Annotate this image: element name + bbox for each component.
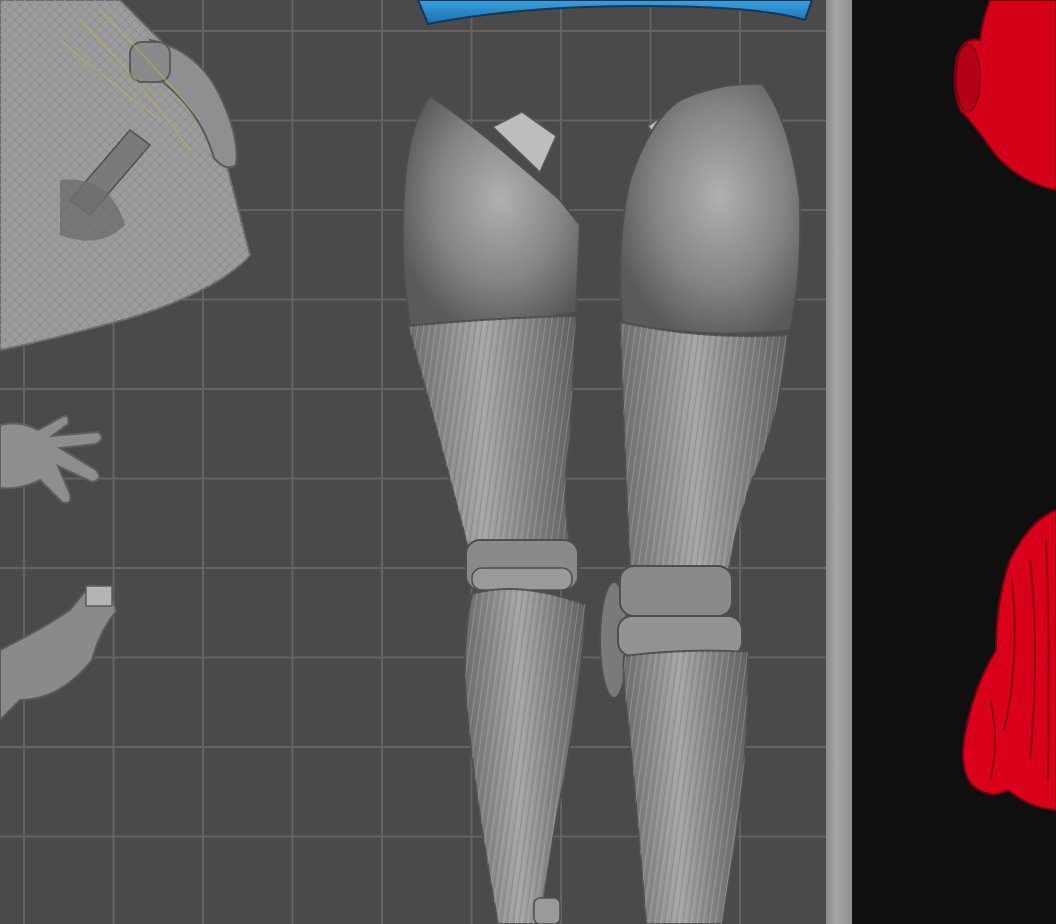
off-plate-area[interactable] bbox=[852, 0, 1056, 924]
leg-right[interactable] bbox=[599, 82, 802, 924]
dress-skirt-part[interactable] bbox=[0, 0, 252, 352]
off-plate-models bbox=[953, 0, 1056, 812]
hair-red[interactable] bbox=[962, 508, 1056, 812]
build-plate-edge bbox=[826, 0, 852, 924]
build-plate-viewport[interactable] bbox=[0, 0, 826, 924]
hand-left[interactable] bbox=[0, 415, 103, 504]
blue-skirt-part[interactable] bbox=[416, 0, 814, 26]
plate-models bbox=[0, 0, 814, 924]
head-red[interactable] bbox=[953, 0, 1056, 192]
leg-left[interactable] bbox=[401, 94, 588, 924]
arm-part[interactable] bbox=[0, 583, 118, 722]
